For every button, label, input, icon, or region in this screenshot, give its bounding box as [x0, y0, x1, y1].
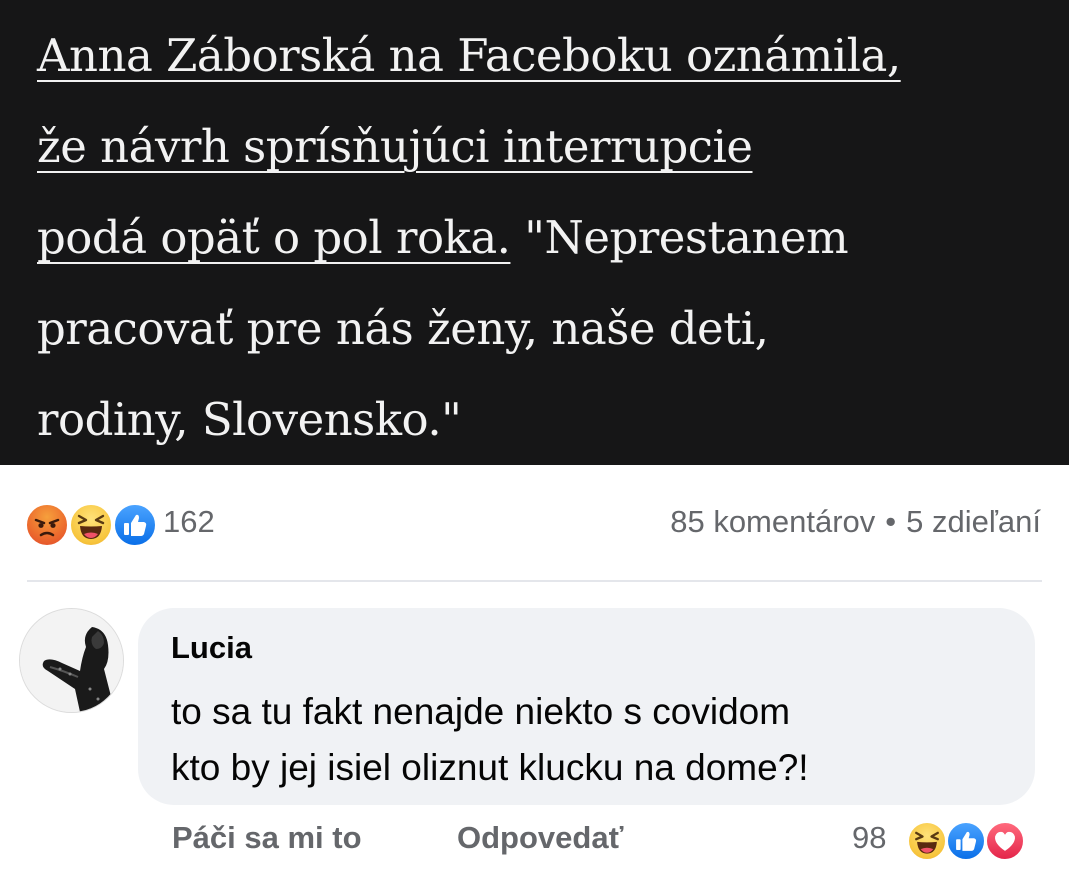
article-link-line-1[interactable]: Anna Záborská na Faceboku oznámila,: [37, 29, 901, 82]
post-reactions-bar: 162 85 komentárov • 5 zdieľaní: [0, 490, 1069, 560]
like-icon[interactable]: [112, 502, 158, 548]
post-image-quote: Anna Záborská na Faceboku oznámila, že ná…: [0, 0, 1069, 465]
article-link-line-2[interactable]: že návrh sprísňujúci interrupcie: [37, 120, 753, 173]
comments-count-link[interactable]: 85 komentárov: [670, 504, 875, 539]
stats-separator: •: [885, 504, 897, 539]
comment-text-line-2: kto by jej isiel oliznut klucku na dome?…: [171, 747, 809, 788]
comment-text-line-1: to sa tu fakt nenajde niekto s covidom: [171, 691, 791, 732]
comment-bubble: Lucia to sa tu fakt nenajde niekto s cov…: [138, 608, 1035, 805]
quote-text-part-1: "Neprestanem: [510, 211, 849, 264]
angry-icon[interactable]: [24, 502, 70, 548]
haha-icon[interactable]: [68, 502, 114, 548]
like-icon[interactable]: [945, 820, 987, 862]
reply-comment-button[interactable]: Odpovedať: [457, 820, 623, 856]
love-icon[interactable]: [984, 820, 1026, 862]
reaction-count[interactable]: 162: [163, 504, 215, 540]
comment-author-name[interactable]: Lucia: [171, 630, 252, 666]
comment-text: to sa tu fakt nenajde niekto s covidom k…: [171, 684, 1011, 796]
quote-text-line-3: rodiny, Slovensko.": [37, 393, 462, 446]
article-link-line-3[interactable]: podá opäť o pol roka.: [37, 211, 511, 264]
post-stats: 85 komentárov • 5 zdieľaní: [670, 504, 1041, 540]
haha-icon[interactable]: [906, 820, 948, 862]
commenter-avatar[interactable]: [19, 608, 124, 713]
section-divider: [27, 580, 1042, 582]
shares-count-link[interactable]: 5 zdieľaní: [906, 504, 1041, 539]
quote-text-line-2: pracovať pre nás ženy, naše deti,: [37, 302, 769, 355]
post-quote-text: Anna Záborská na Faceboku oznámila, že ná…: [37, 10, 1047, 465]
comment-reaction-count[interactable]: 98: [852, 820, 886, 856]
comment-actions: Páči sa mi to Odpovedať 98: [0, 820, 1069, 870]
like-comment-button[interactable]: Páči sa mi to: [172, 820, 362, 856]
